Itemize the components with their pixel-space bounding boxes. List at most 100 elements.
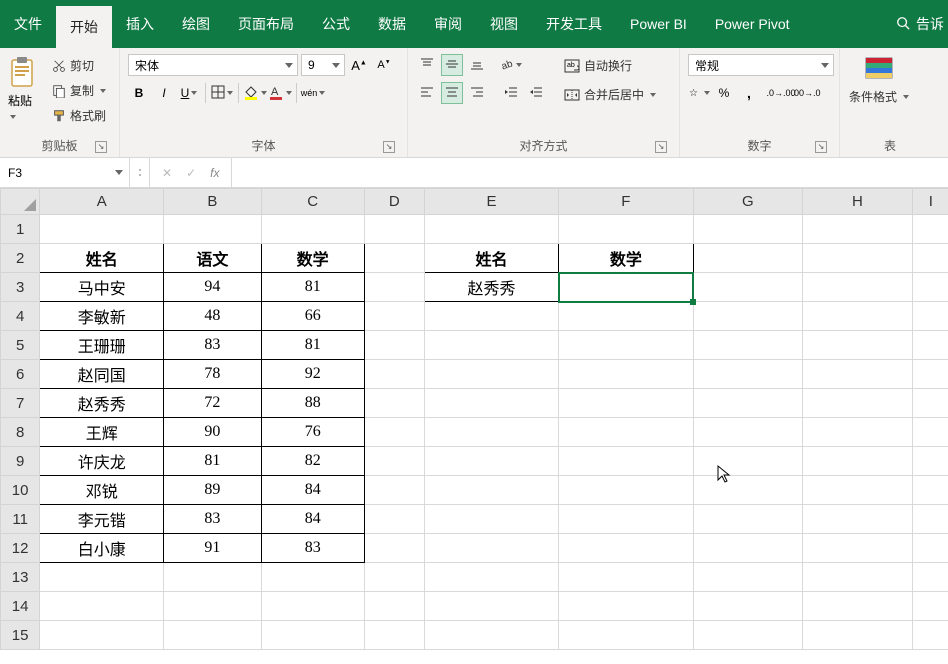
cell-E5[interactable]: [424, 331, 558, 360]
font-size-combo[interactable]: [301, 54, 345, 76]
cell-G11[interactable]: [693, 505, 803, 534]
font-launcher-icon[interactable]: ↘: [383, 141, 395, 153]
cell-D1[interactable]: [364, 215, 424, 244]
formula-input[interactable]: [232, 158, 948, 187]
cell-H7[interactable]: [803, 389, 913, 418]
insert-function-button[interactable]: fx: [210, 166, 219, 180]
border-button[interactable]: [211, 82, 233, 104]
cell-F7[interactable]: [559, 389, 693, 418]
cell-H1[interactable]: [803, 215, 913, 244]
col-header-H[interactable]: H: [803, 189, 913, 215]
cell-D11[interactable]: [364, 505, 424, 534]
align-top-button[interactable]: [416, 54, 438, 76]
decrease-font-button[interactable]: A▼: [373, 54, 395, 76]
row-header-8[interactable]: 8: [1, 418, 40, 447]
cell-B2[interactable]: 语文: [164, 244, 261, 273]
cell-G1[interactable]: [693, 215, 803, 244]
font-name-input[interactable]: [133, 56, 281, 74]
decrease-decimal-button[interactable]: .00→.0: [795, 82, 817, 104]
tab-data[interactable]: 数据: [364, 0, 420, 48]
cell-C5[interactable]: 81: [261, 331, 364, 360]
cell-I8[interactable]: [912, 418, 948, 447]
underline-button[interactable]: U: [178, 82, 200, 104]
align-right-button[interactable]: [466, 82, 488, 104]
tab-view[interactable]: 视图: [476, 0, 532, 48]
font-color-button[interactable]: A: [269, 82, 291, 104]
cell-H2[interactable]: [803, 244, 913, 273]
cell-B3[interactable]: 94: [164, 273, 261, 302]
cell-H10[interactable]: [803, 476, 913, 505]
col-header-F[interactable]: F: [559, 189, 693, 215]
cell-D13[interactable]: [364, 563, 424, 592]
cell-F2[interactable]: 数学: [559, 244, 693, 273]
cell-B5[interactable]: 83: [164, 331, 261, 360]
number-format-combo[interactable]: [688, 54, 834, 76]
row-header-5[interactable]: 5: [1, 331, 40, 360]
cell-G12[interactable]: [693, 534, 803, 563]
cell-H14[interactable]: [803, 592, 913, 621]
cell-I6[interactable]: [912, 360, 948, 389]
percent-button[interactable]: %: [713, 82, 735, 104]
cell-D14[interactable]: [364, 592, 424, 621]
cell-D9[interactable]: [364, 447, 424, 476]
cell-H11[interactable]: [803, 505, 913, 534]
cancel-formula-button[interactable]: ✕: [162, 166, 172, 180]
cell-A4[interactable]: 李敏新: [40, 302, 164, 331]
row-header-15[interactable]: 15: [1, 621, 40, 650]
cell-C13[interactable]: [261, 563, 364, 592]
cell-G10[interactable]: [693, 476, 803, 505]
select-all-corner[interactable]: [1, 189, 40, 215]
tell-me[interactable]: 告诉: [896, 0, 948, 48]
name-box[interactable]: F3: [0, 158, 130, 187]
col-header-A[interactable]: A: [40, 189, 164, 215]
cell-A2[interactable]: 姓名: [40, 244, 164, 273]
row-header-6[interactable]: 6: [1, 360, 40, 389]
cell-I14[interactable]: [912, 592, 948, 621]
cell-E2[interactable]: 姓名: [424, 244, 558, 273]
cell-G3[interactable]: [693, 273, 803, 302]
tab-review[interactable]: 审阅: [420, 0, 476, 48]
cell-C11[interactable]: 84: [261, 505, 364, 534]
cell-F11[interactable]: [559, 505, 693, 534]
cell-D6[interactable]: [364, 360, 424, 389]
increase-decimal-button[interactable]: .0→.00: [770, 82, 792, 104]
cell-A1[interactable]: [40, 215, 164, 244]
tab-home[interactable]: 开始: [56, 6, 112, 48]
cell-I13[interactable]: [912, 563, 948, 592]
cell-I7[interactable]: [912, 389, 948, 418]
merge-center-button[interactable]: 合并后居中: [559, 83, 661, 106]
cell-A13[interactable]: [40, 563, 164, 592]
cell-D5[interactable]: [364, 331, 424, 360]
align-middle-button[interactable]: [441, 54, 463, 76]
col-header-E[interactable]: E: [424, 189, 558, 215]
cell-E8[interactable]: [424, 418, 558, 447]
cell-C9[interactable]: 82: [261, 447, 364, 476]
cut-button[interactable]: 剪切: [47, 54, 111, 77]
cell-A11[interactable]: 李元锴: [40, 505, 164, 534]
number-format-input[interactable]: [693, 56, 817, 74]
cell-A9[interactable]: 许庆龙: [40, 447, 164, 476]
cell-H8[interactable]: [803, 418, 913, 447]
cell-H3[interactable]: [803, 273, 913, 302]
tab-page-layout[interactable]: 页面布局: [224, 0, 308, 48]
cell-E11[interactable]: [424, 505, 558, 534]
worksheet[interactable]: A B C D E F G H I 1 2 姓名 语文 数学 姓名 数学 3 马…: [0, 188, 948, 664]
bold-button[interactable]: B: [128, 82, 150, 104]
cell-E4[interactable]: [424, 302, 558, 331]
cell-A7[interactable]: 赵秀秀: [40, 389, 164, 418]
cell-B13[interactable]: [164, 563, 261, 592]
cell-D15[interactable]: [364, 621, 424, 650]
conditional-formatting-button[interactable]: 条件格式: [848, 87, 910, 106]
font-size-input[interactable]: [306, 56, 328, 74]
cell-I15[interactable]: [912, 621, 948, 650]
clipboard-launcher-icon[interactable]: ↘: [95, 141, 107, 153]
tab-draw[interactable]: 绘图: [168, 0, 224, 48]
cell-C2[interactable]: 数学: [261, 244, 364, 273]
increase-indent-button[interactable]: [525, 82, 547, 104]
cell-D8[interactable]: [364, 418, 424, 447]
tab-insert[interactable]: 插入: [112, 0, 168, 48]
cell-A3[interactable]: 马中安: [40, 273, 164, 302]
cell-F4[interactable]: [559, 302, 693, 331]
cell-C4[interactable]: 66: [261, 302, 364, 331]
cell-E6[interactable]: [424, 360, 558, 389]
